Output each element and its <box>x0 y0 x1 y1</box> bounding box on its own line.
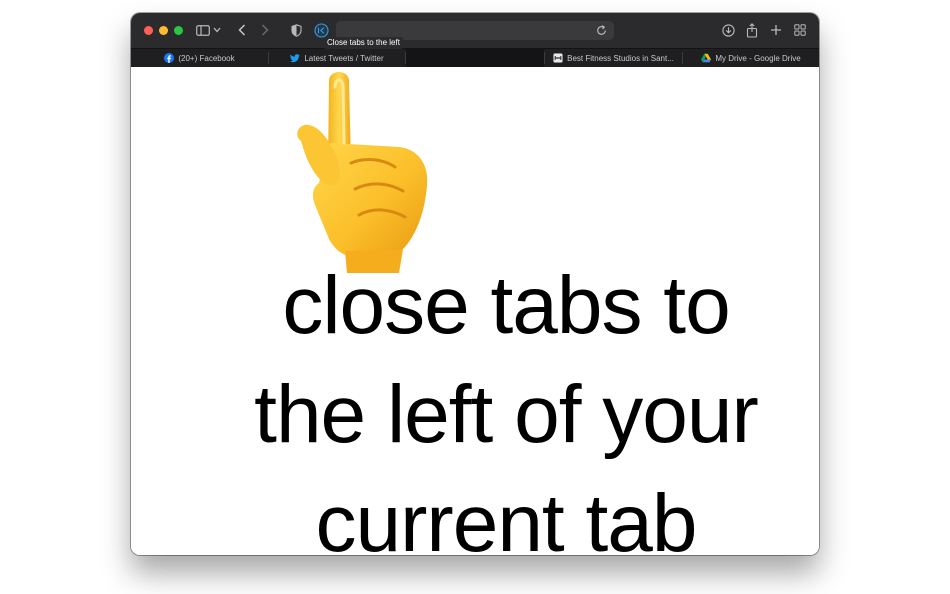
tab-label: Latest Tweets / Twitter <box>304 53 384 63</box>
headline-line-1: close tabs to <box>282 260 730 351</box>
downloads-icon[interactable] <box>719 21 737 39</box>
forward-arrow-icon[interactable] <box>256 21 274 39</box>
chevron-down-icon[interactable] <box>211 21 223 39</box>
tab-bar: (20+) Facebook Latest Tweets / Twitter B… <box>131 48 819 67</box>
tab-facebook[interactable]: (20+) Facebook <box>131 49 268 67</box>
fitness-site-icon <box>553 53 563 63</box>
browser-window: Close tabs to the left (20+) Facebook La… <box>131 13 819 555</box>
new-tab-plus-icon[interactable] <box>767 21 785 39</box>
pointing-up-hand-icon <box>297 72 428 273</box>
tab-label: (20+) Facebook <box>178 53 235 63</box>
close-window-button[interactable] <box>144 26 153 35</box>
tab-label: Best Fitness Studios in Sant... <box>567 53 674 63</box>
tab-label: My Drive - Google Drive <box>715 53 801 63</box>
page-headline: close tabs to the left of your current t… <box>191 251 819 555</box>
sidebar-toggle-icon[interactable] <box>194 21 212 39</box>
browser-toolbar <box>131 13 819 48</box>
minimize-window-button[interactable] <box>159 26 168 35</box>
tab-overview-icon[interactable] <box>791 21 809 39</box>
tab-google-drive[interactable]: My Drive - Google Drive <box>683 49 819 67</box>
google-drive-icon <box>701 53 712 63</box>
reload-icon[interactable] <box>595 24 608 37</box>
twitter-icon <box>290 54 301 63</box>
back-arrow-icon[interactable] <box>233 21 251 39</box>
headline-line-3: current tab <box>315 478 698 555</box>
share-icon[interactable] <box>743 21 761 39</box>
web-page-content: close tabs to the left of your current t… <box>131 67 819 555</box>
headline-line-2: the left of your <box>254 369 759 460</box>
zoom-window-button[interactable] <box>174 26 183 35</box>
facebook-icon <box>164 53 175 63</box>
privacy-shield-icon[interactable] <box>287 21 305 39</box>
tab-fitness-studios[interactable]: Best Fitness Studios in Sant... <box>545 49 682 67</box>
tooltip: Close tabs to the left <box>324 37 403 49</box>
